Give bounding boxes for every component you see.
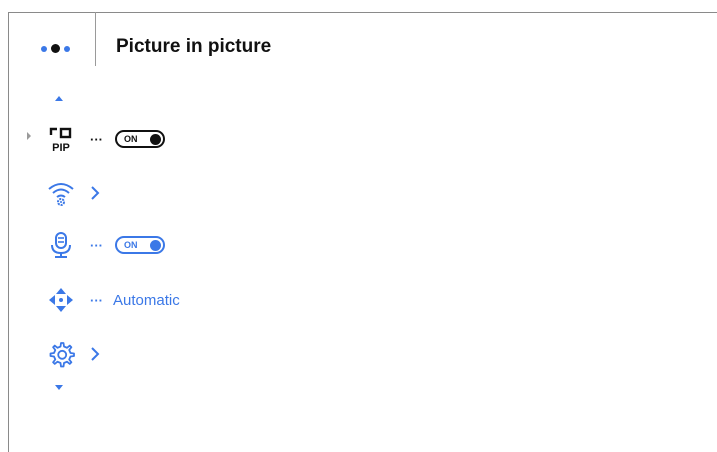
- calibration-value: Automatic: [113, 291, 180, 309]
- three-dots-icon[interactable]: [41, 44, 70, 53]
- gear-icon: [46, 339, 76, 369]
- pip-toggle[interactable]: ON: [115, 130, 165, 148]
- ellipsis: ···: [90, 237, 103, 253]
- menu-item-calibration[interactable]: ··· Automatic: [46, 283, 180, 317]
- ellipsis: ···: [90, 292, 103, 308]
- toggle-label: ON: [124, 134, 138, 144]
- header-divider: [95, 12, 96, 66]
- calibration-arrows-icon: [46, 285, 76, 315]
- dot: [41, 45, 47, 52]
- wifi-settings-icon: [46, 178, 76, 208]
- svg-text:PIP: PIP: [52, 142, 70, 152]
- toggle-label: ON: [124, 240, 138, 250]
- microphone-toggle[interactable]: ON: [115, 236, 165, 254]
- menu-item-wifi[interactable]: [46, 176, 100, 210]
- dot: [64, 45, 70, 52]
- menu-item-settings[interactable]: [46, 337, 100, 371]
- scroll-up-icon[interactable]: [55, 96, 63, 101]
- scroll-down-icon[interactable]: [55, 385, 63, 390]
- page-title: Picture in picture: [116, 36, 272, 57]
- selection-pointer-icon: [27, 132, 31, 140]
- toggle-knob: [150, 133, 161, 145]
- chevron-right-icon[interactable]: [90, 186, 100, 200]
- dot-active: [51, 44, 60, 53]
- toggle-knob: [150, 239, 161, 251]
- microphone-icon: [46, 230, 76, 260]
- chevron-right-icon[interactable]: [90, 347, 100, 361]
- menu-item-pip[interactable]: PIP ··· ON: [46, 122, 165, 156]
- ellipsis: ···: [90, 131, 103, 147]
- pip-icon: PIP: [46, 124, 76, 154]
- menu-item-microphone[interactable]: ··· ON: [46, 228, 165, 262]
